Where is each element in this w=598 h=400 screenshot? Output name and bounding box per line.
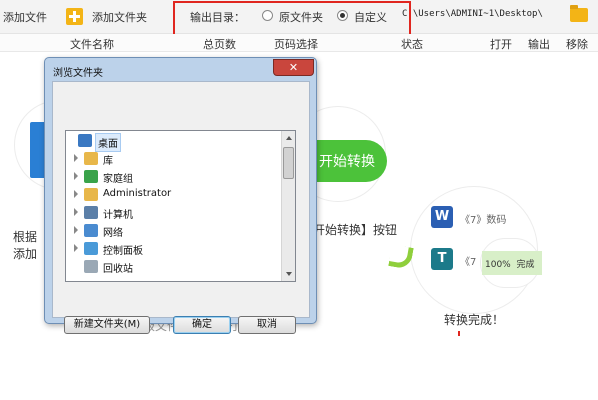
close-icon[interactable]: ✕	[273, 59, 314, 76]
user-folder-icon	[84, 188, 98, 201]
tree-item-label: 桌面	[95, 133, 121, 152]
expand-arrow-icon[interactable]	[74, 190, 78, 198]
output-dir-highlight	[173, 1, 411, 36]
cancel-button[interactable]: 取消	[238, 316, 296, 334]
teal-doc-icon: T	[431, 248, 453, 270]
tree-item-label: 控制面板	[103, 246, 143, 257]
new-folder-button[interactable]: 新建文件夹(M)	[64, 316, 150, 334]
ok-button[interactable]: 确定	[173, 316, 231, 334]
col-output: 输出	[528, 38, 550, 51]
tree-item-label: 库	[103, 156, 113, 167]
add-file-button[interactable]: 添加文件	[3, 9, 47, 25]
col-status: 状态	[401, 38, 423, 51]
tree-item-label: Administrator	[103, 188, 172, 199]
tree-item[interactable]: 控制面板	[66, 240, 284, 258]
output-path-field[interactable]: C:\Users\ADMINI~1\Desktop\	[400, 7, 560, 25]
expand-arrow-icon[interactable]	[74, 208, 78, 216]
step1-text-line2: 添加	[13, 247, 38, 261]
step3-text: 转换完成！	[444, 313, 505, 327]
tree-item[interactable]: 库	[66, 150, 284, 168]
tree-scrollbar[interactable]	[281, 131, 295, 281]
scroll-up-icon[interactable]	[283, 131, 295, 145]
file2-name: 《7	[460, 257, 477, 268]
add-folder-button[interactable]: 添加文件夹	[92, 9, 147, 25]
library-icon	[84, 152, 98, 165]
browse-folder-icon[interactable]	[570, 5, 588, 22]
homegroup-icon	[84, 170, 98, 183]
tree-item[interactable]: 家庭组	[66, 168, 284, 186]
browse-folder-dialog: 浏览文件夹 ✕ 回收站 控制面板 网络 计算机 Administrator 家庭组 库 桌面 …	[44, 57, 317, 334]
start-convert-illustration: 开始转换	[313, 140, 387, 182]
step1-text-line1: 根据	[13, 230, 38, 244]
recycle-bin-icon	[84, 260, 98, 273]
tree-item[interactable]: 计算机	[66, 204, 284, 222]
computer-icon	[84, 206, 98, 219]
tree-item[interactable]: 网络	[66, 222, 284, 240]
scroll-thumb[interactable]	[283, 147, 294, 179]
cursor-mark	[458, 331, 460, 336]
desktop-icon	[78, 134, 92, 147]
file1-name: 《7》数码	[460, 215, 507, 226]
dialog-title: 浏览文件夹	[53, 68, 103, 79]
tree-item[interactable]: Administrator	[66, 186, 284, 204]
word-doc-icon: W	[431, 206, 453, 228]
dialog-body: 回收站 控制面板 网络 计算机 Administrator 家庭组 库 桌面 新建文件夹(M)…	[52, 81, 310, 334]
col-total-pages: 总页数	[203, 38, 236, 51]
col-remove: 移除	[566, 38, 588, 51]
tree-item-label: 家庭组	[103, 174, 133, 185]
expand-arrow-icon[interactable]	[74, 154, 78, 162]
tree-item-label: 网络	[103, 228, 123, 239]
tree-item[interactable]: 回收站	[66, 258, 284, 276]
col-file-name: 文件名称	[70, 38, 114, 51]
expand-arrow-icon[interactable]	[74, 244, 78, 252]
add-folder-icon[interactable]	[66, 8, 83, 25]
progress-text: 100% 完成	[485, 260, 535, 270]
col-open: 打开	[490, 38, 512, 51]
scroll-down-icon[interactable]	[283, 267, 295, 281]
folder-tree[interactable]: 回收站 控制面板 网络 计算机 Administrator 家庭组 库 桌面	[65, 130, 296, 282]
file-list-header: 文件名称 总页数 页码选择 状态 打开 输出 移除	[0, 34, 598, 52]
tree-item[interactable]: 桌面	[66, 132, 284, 152]
expand-arrow-icon[interactable]	[74, 226, 78, 234]
tree-item-label: 回收站	[103, 264, 133, 275]
expand-arrow-icon[interactable]	[74, 172, 78, 180]
col-page-select: 页码选择	[274, 38, 318, 51]
control-panel-icon	[84, 242, 98, 255]
tree-item-label: 计算机	[103, 210, 133, 221]
step2-text: 开始转换】按钮	[313, 223, 398, 237]
green-arrow-icon	[388, 244, 414, 270]
network-icon	[84, 224, 98, 237]
